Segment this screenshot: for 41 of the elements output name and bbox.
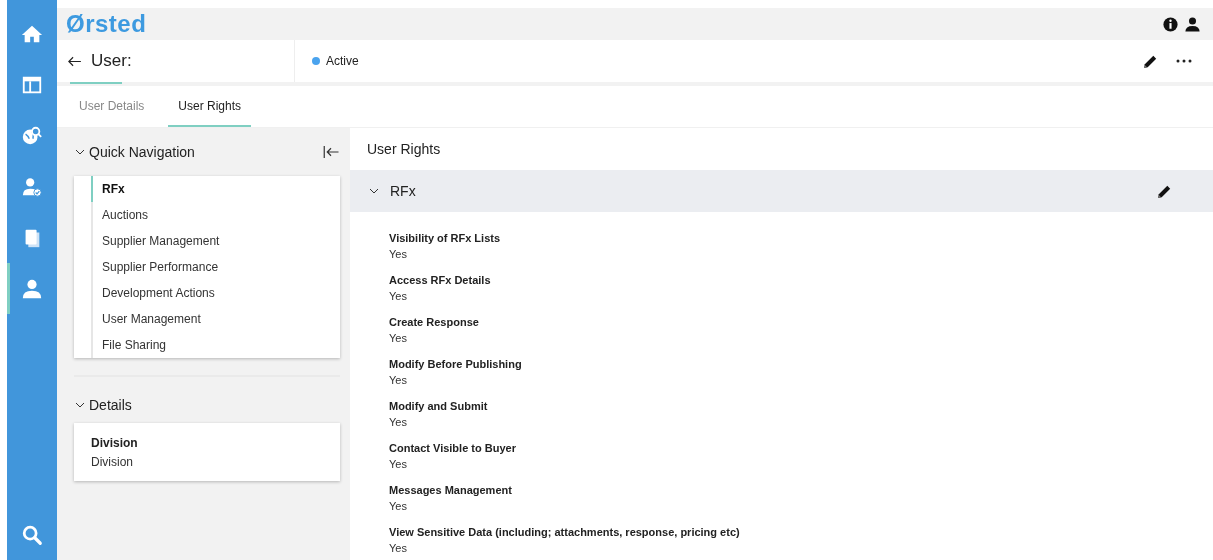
right-label: Visibility of RFx Lists	[389, 232, 502, 244]
nav-link[interactable]: Supplier Management	[91, 228, 340, 254]
nav-link[interactable]: Development Actions	[91, 280, 340, 306]
page-title: User:	[91, 51, 132, 71]
nav-link[interactable]: Supplier Performance	[91, 254, 340, 280]
right-label: View Sensitive Data (including; attachments, response, pricing etc)	[389, 526, 741, 538]
nav-link[interactable]: RFx	[91, 176, 340, 202]
collapse-panel-icon[interactable]	[322, 143, 340, 161]
user-icon[interactable]	[1184, 15, 1201, 33]
section-toggle[interactable]: RFx	[368, 183, 416, 199]
right-label: Access RFx Details	[389, 274, 492, 286]
nav-link[interactable]: Auctions	[91, 202, 340, 228]
right-value: Yes	[389, 542, 408, 554]
status-dot	[312, 57, 320, 65]
panel-title: User Rights	[366, 140, 442, 159]
right-value: Yes	[389, 458, 408, 470]
field-value: Division	[91, 455, 134, 469]
search-icon	[21, 523, 43, 546]
info-icon[interactable]	[1162, 15, 1179, 33]
right-value: Yes	[389, 500, 408, 512]
nav-link[interactable]: User Management	[91, 306, 340, 332]
right-value: Yes	[389, 374, 408, 386]
right-label: Messages Management	[389, 484, 513, 496]
nav-link[interactable]: File Sharing	[91, 332, 340, 358]
user-check-icon	[21, 175, 43, 198]
right-value: Yes	[389, 416, 408, 428]
right-label: Modify and Submit	[389, 400, 489, 412]
tab[interactable]: User Details	[69, 86, 155, 127]
more-icon[interactable]	[1175, 58, 1193, 64]
right-value: Yes	[389, 290, 408, 302]
user-icon	[21, 277, 43, 300]
right-value: Yes	[389, 332, 408, 344]
section-toggle[interactable]: Details	[74, 397, 132, 413]
right-label: Modify Before Publishing	[389, 358, 523, 370]
right-label: Contact Visible to Buyer	[389, 442, 517, 454]
field-label: Division	[91, 436, 139, 450]
right-value: Yes	[389, 248, 408, 260]
section-toggle[interactable]: Quick Navigation	[74, 144, 195, 160]
globe-search-icon	[21, 124, 43, 147]
status-label: Active	[326, 54, 359, 68]
right-label: Create Response	[389, 316, 480, 328]
